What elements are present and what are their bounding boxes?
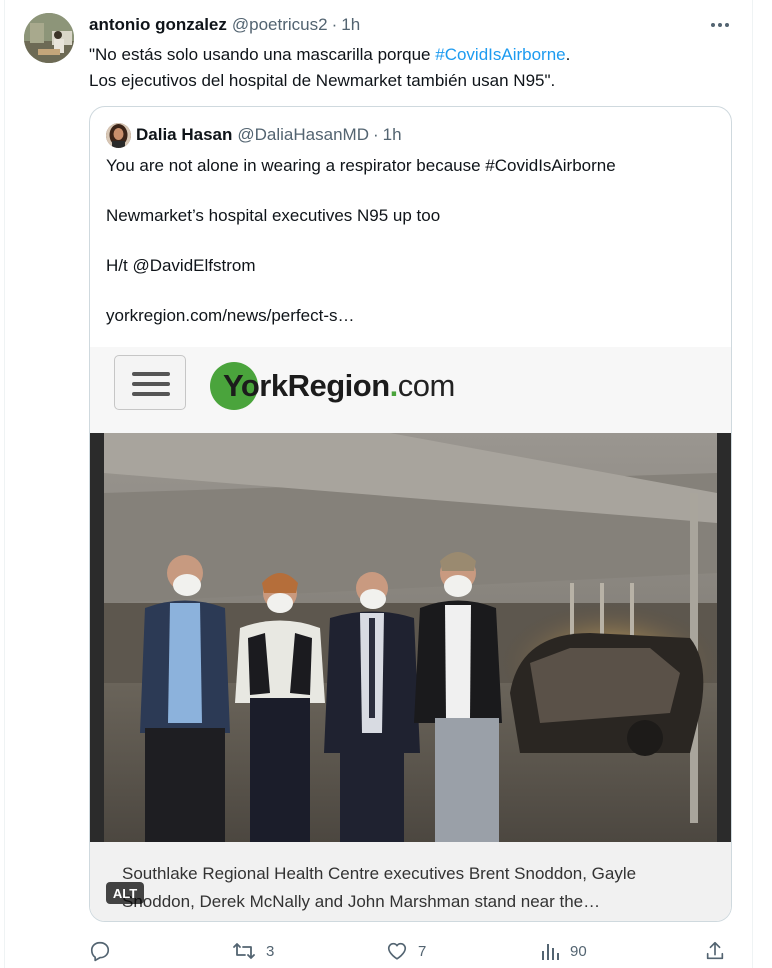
tweet-text-line-2: Los ejecutivos del hospital de Newmarket… — [89, 71, 556, 90]
site-header-strip: YorkRegion.com — [90, 347, 731, 422]
caption-line: Southlake Regional Health Centre executi… — [122, 864, 637, 883]
quoted-paragraph: H/t @DavidElfstrom — [106, 256, 256, 275]
header-separator: · — [331, 15, 338, 34]
quoted-tweet[interactable]: Dalia Hasan @DaliaHasanMD · 1h You are n… — [89, 106, 732, 922]
tweet-text: "No estás solo usando una mascarilla por… — [89, 42, 729, 94]
site-logo: YorkRegion.com — [210, 361, 455, 411]
author-avatar[interactable] — [24, 13, 74, 63]
quoted-author-name: Dalia Hasan — [136, 125, 233, 144]
quoted-author-avatar — [106, 123, 131, 148]
retweet-icon — [232, 940, 256, 962]
logo-dot: . — [389, 368, 399, 403]
more-options-icon[interactable] — [706, 14, 734, 36]
news-photo — [90, 433, 731, 842]
timeline-border-right — [752, 0, 753, 968]
timeline-border-left — [4, 0, 5, 968]
tweet-text-line-1: "No estás solo usando una mascarilla por… — [89, 42, 729, 68]
quoted-text: You are not alone in wearing a respirato… — [106, 153, 716, 353]
alt-text-badge[interactable]: ALT — [106, 882, 144, 904]
hamburger-menu-icon — [114, 355, 186, 410]
photo-caption: Southlake Regional Health Centre executi… — [90, 842, 731, 921]
heart-icon — [386, 940, 408, 962]
hashtag-link[interactable]: #CovidIsAirborne — [435, 45, 565, 64]
tweet-timestamp[interactable]: 1h — [341, 15, 360, 35]
views-chart-icon — [540, 941, 560, 961]
quoted-header: Dalia Hasan @DaliaHasanMD · 1h — [136, 123, 402, 147]
photo-frame — [90, 422, 731, 842]
share-button[interactable] — [704, 936, 726, 966]
like-button[interactable]: 7 — [386, 936, 426, 966]
views-button[interactable]: 90 — [540, 936, 587, 966]
logo-main-text: YorkRegion — [223, 368, 390, 403]
like-count: 7 — [418, 942, 427, 960]
tweet-header: antonio gonzalez @poetricus2 · 1h — [89, 14, 360, 36]
quoted-paragraph: Newmarket’s hospital executives N95 up t… — [106, 206, 441, 225]
tweet-actions: 3 7 90 — [89, 936, 732, 966]
reply-button[interactable] — [89, 936, 111, 966]
author-handle[interactable]: @poetricus2 — [232, 15, 328, 35]
author-name[interactable]: antonio gonzalez — [89, 15, 227, 35]
quoted-timestamp: 1h — [382, 125, 402, 144]
caption-text: Southlake Regional Health Centre executi… — [122, 860, 712, 916]
reply-icon — [89, 940, 111, 962]
logo-tld: com — [397, 368, 456, 403]
quoted-link-text: yorkregion.com/news/perfect-s… — [106, 306, 355, 325]
link-card-media[interactable]: YorkRegion.com Southlake Regional Health… — [90, 347, 731, 921]
quoted-author-handle: @DaliaHasanMD — [237, 125, 369, 144]
retweet-button[interactable]: 3 — [232, 936, 274, 966]
quoted-paragraph: You are not alone in wearing a respirato… — [106, 156, 616, 175]
retweet-count: 3 — [266, 942, 275, 960]
quoted-header-separator: · — [372, 125, 379, 144]
caption-line: Snoddon, Derek McNally and John Marshman… — [122, 892, 601, 911]
logo-wordmark: YorkRegion.com — [223, 368, 455, 404]
share-icon — [704, 940, 726, 962]
tweet-text-part: . — [565, 45, 571, 64]
tweet-text-part: "No estás solo usando una mascarilla por… — [89, 45, 436, 64]
views-count: 90 — [570, 942, 587, 960]
